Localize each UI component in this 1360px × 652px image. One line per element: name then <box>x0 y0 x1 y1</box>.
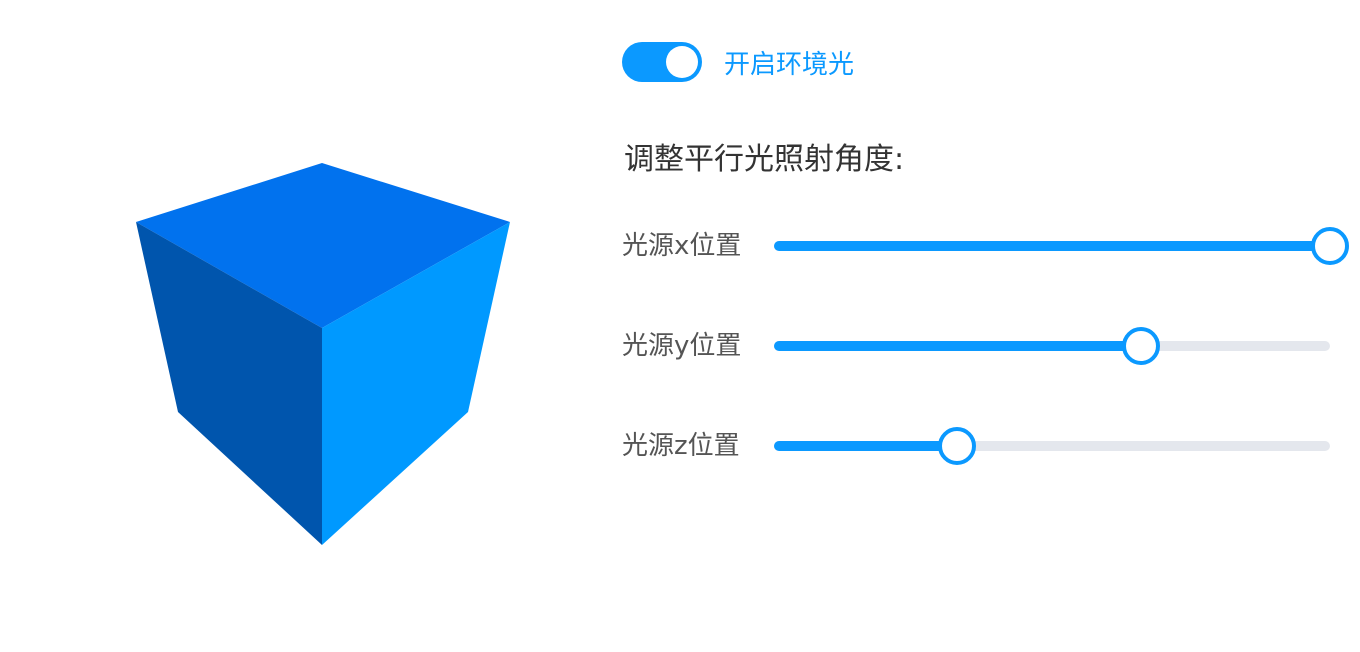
light-controls-panel: 开启环境光 调整平行光照射角度: 光源x位置 光源y位置 光源z位置 <box>622 0 1360 652</box>
slider-fill-y <box>774 341 1141 351</box>
slider-fill-z <box>774 441 958 451</box>
slider-label-z: 光源z位置 <box>622 431 740 461</box>
slider-row-x: 光源x位置 <box>622 224 1360 268</box>
scene-viewport[interactable] <box>0 0 620 652</box>
slider-label-y: 光源y位置 <box>622 331 742 361</box>
cube-canvas <box>136 163 510 545</box>
ambient-light-toggle-row: 开启环境光 <box>622 42 854 82</box>
switch-knob <box>666 46 698 78</box>
slider-track-z[interactable] <box>774 427 1330 465</box>
ambient-light-label[interactable]: 开启环境光 <box>724 44 854 81</box>
slider-label-x: 光源x位置 <box>622 231 742 261</box>
slider-track-y[interactable] <box>774 327 1330 365</box>
slider-fill-x <box>774 241 1330 251</box>
slider-track-x[interactable] <box>774 227 1349 265</box>
directional-light-title: 调整平行光照射角度: <box>624 142 905 177</box>
slider-thumb-z[interactable] <box>938 427 977 465</box>
slider-row-z: 光源z位置 <box>622 424 1360 468</box>
slider-row-y: 光源y位置 <box>622 324 1360 368</box>
slider-thumb-y[interactable] <box>1121 327 1160 365</box>
ambient-light-switch[interactable] <box>622 42 702 82</box>
slider-thumb-x[interactable] <box>1311 227 1349 265</box>
